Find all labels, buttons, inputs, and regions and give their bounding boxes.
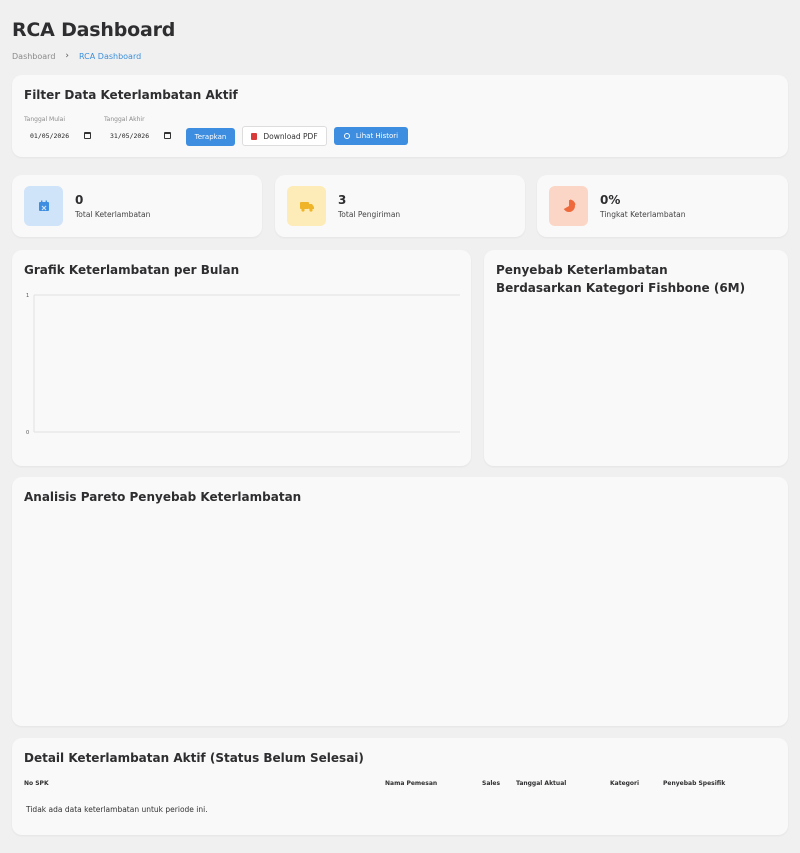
y-tick-label: 1 <box>26 293 29 299</box>
history-button-label: Lihat Histori <box>355 132 399 140</box>
column-header-no-spk: No SPK <box>24 780 49 787</box>
apply-button-label: Terapkan <box>194 133 227 141</box>
end-date-label: Tanggal Akhir <box>104 116 145 123</box>
stat-label-total-delays: Total Keterlambatan <box>75 210 151 219</box>
pareto-title: Analisis Pareto Penyebab Keterlambatan <box>24 490 302 504</box>
stat-card-total-delays: 0 Total Keterlambatan <box>12 175 262 237</box>
stat-value-total-delays: 0 <box>75 193 84 207</box>
fishbone-title: Penyebab Keterlambatan Berdasarkan Kateg… <box>496 263 746 295</box>
detail-title: Detail Keterlambatan Aktif (Status Belum… <box>24 751 364 765</box>
download-pdf-button[interactable]: Download PDF <box>242 126 327 146</box>
stat-label-total-shipments: Total Pengiriman <box>338 210 401 219</box>
apply-button[interactable]: Terapkan <box>186 128 235 146</box>
stat-label-delay-rate: Tingkat Keterlambatan <box>600 210 686 219</box>
filter-title: Filter Data Keterlambatan Aktif <box>24 88 238 102</box>
fishbone-card: Penyebab Keterlambatan Berdasarkan Kateg… <box>484 250 788 466</box>
empty-table-message: Tidak ada data keterlambatan untuk perio… <box>26 805 208 814</box>
column-header-sales: Sales <box>482 780 501 787</box>
monthly-chart: 01 <box>26 293 460 436</box>
monthly-chart-card: Grafik Keterlambatan per Bulan 01 <box>12 250 471 466</box>
clock-icon <box>343 133 350 139</box>
detail-card: Detail Keterlambatan Aktif (Status Belum… <box>12 738 788 835</box>
end-date-input[interactable]: 31/05/2026 <box>104 128 172 144</box>
stat-value-total-shipments: 3 <box>338 193 347 207</box>
stat-value-delay-rate: 0% <box>600 193 621 207</box>
start-date-label: Tanggal Mulai <box>24 116 66 123</box>
end-date-value: 31/05/2026 <box>110 132 150 140</box>
history-button[interactable]: Lihat Histori <box>334 127 408 145</box>
breadcrumb: Dashboard › RCA Dashboard <box>12 51 141 61</box>
calendar-x-icon <box>24 186 63 226</box>
breadcrumb-separator: › <box>65 51 70 61</box>
column-header-kategori: Kategori <box>610 780 640 787</box>
stat-card-total-shipments: 3 Total Pengiriman <box>275 175 525 237</box>
column-header-tanggal-aktual: Tanggal Aktual <box>516 780 567 787</box>
filter-card: Filter Data Keterlambatan Aktif Tanggal … <box>12 75 788 157</box>
column-header-nama-pemesan: Nama Pemesan <box>385 780 438 787</box>
pareto-card: Analisis Pareto Penyebab Keterlambatan <box>12 477 788 726</box>
stat-card-delay-rate: 0% Tingkat Keterlambatan <box>537 175 788 237</box>
download-pdf-label: Download PDF <box>263 131 318 141</box>
pdf-icon <box>251 132 258 140</box>
y-tick-label: 0 <box>26 430 29 436</box>
start-date-value: 01/05/2026 <box>30 132 70 140</box>
calendar-icon[interactable] <box>164 132 171 139</box>
start-date-input[interactable]: 01/05/2026 <box>24 128 92 144</box>
truck-icon <box>287 186 326 226</box>
breadcrumb-current[interactable]: RCA Dashboard <box>79 52 141 61</box>
page-title: RCA Dashboard <box>12 19 176 41</box>
pie-chart-icon <box>549 186 588 226</box>
calendar-icon[interactable] <box>84 132 91 139</box>
breadcrumb-dashboard-link[interactable]: Dashboard <box>12 52 55 61</box>
column-header-penyebab-spesifik: Penyebab Spesifik <box>663 780 726 787</box>
